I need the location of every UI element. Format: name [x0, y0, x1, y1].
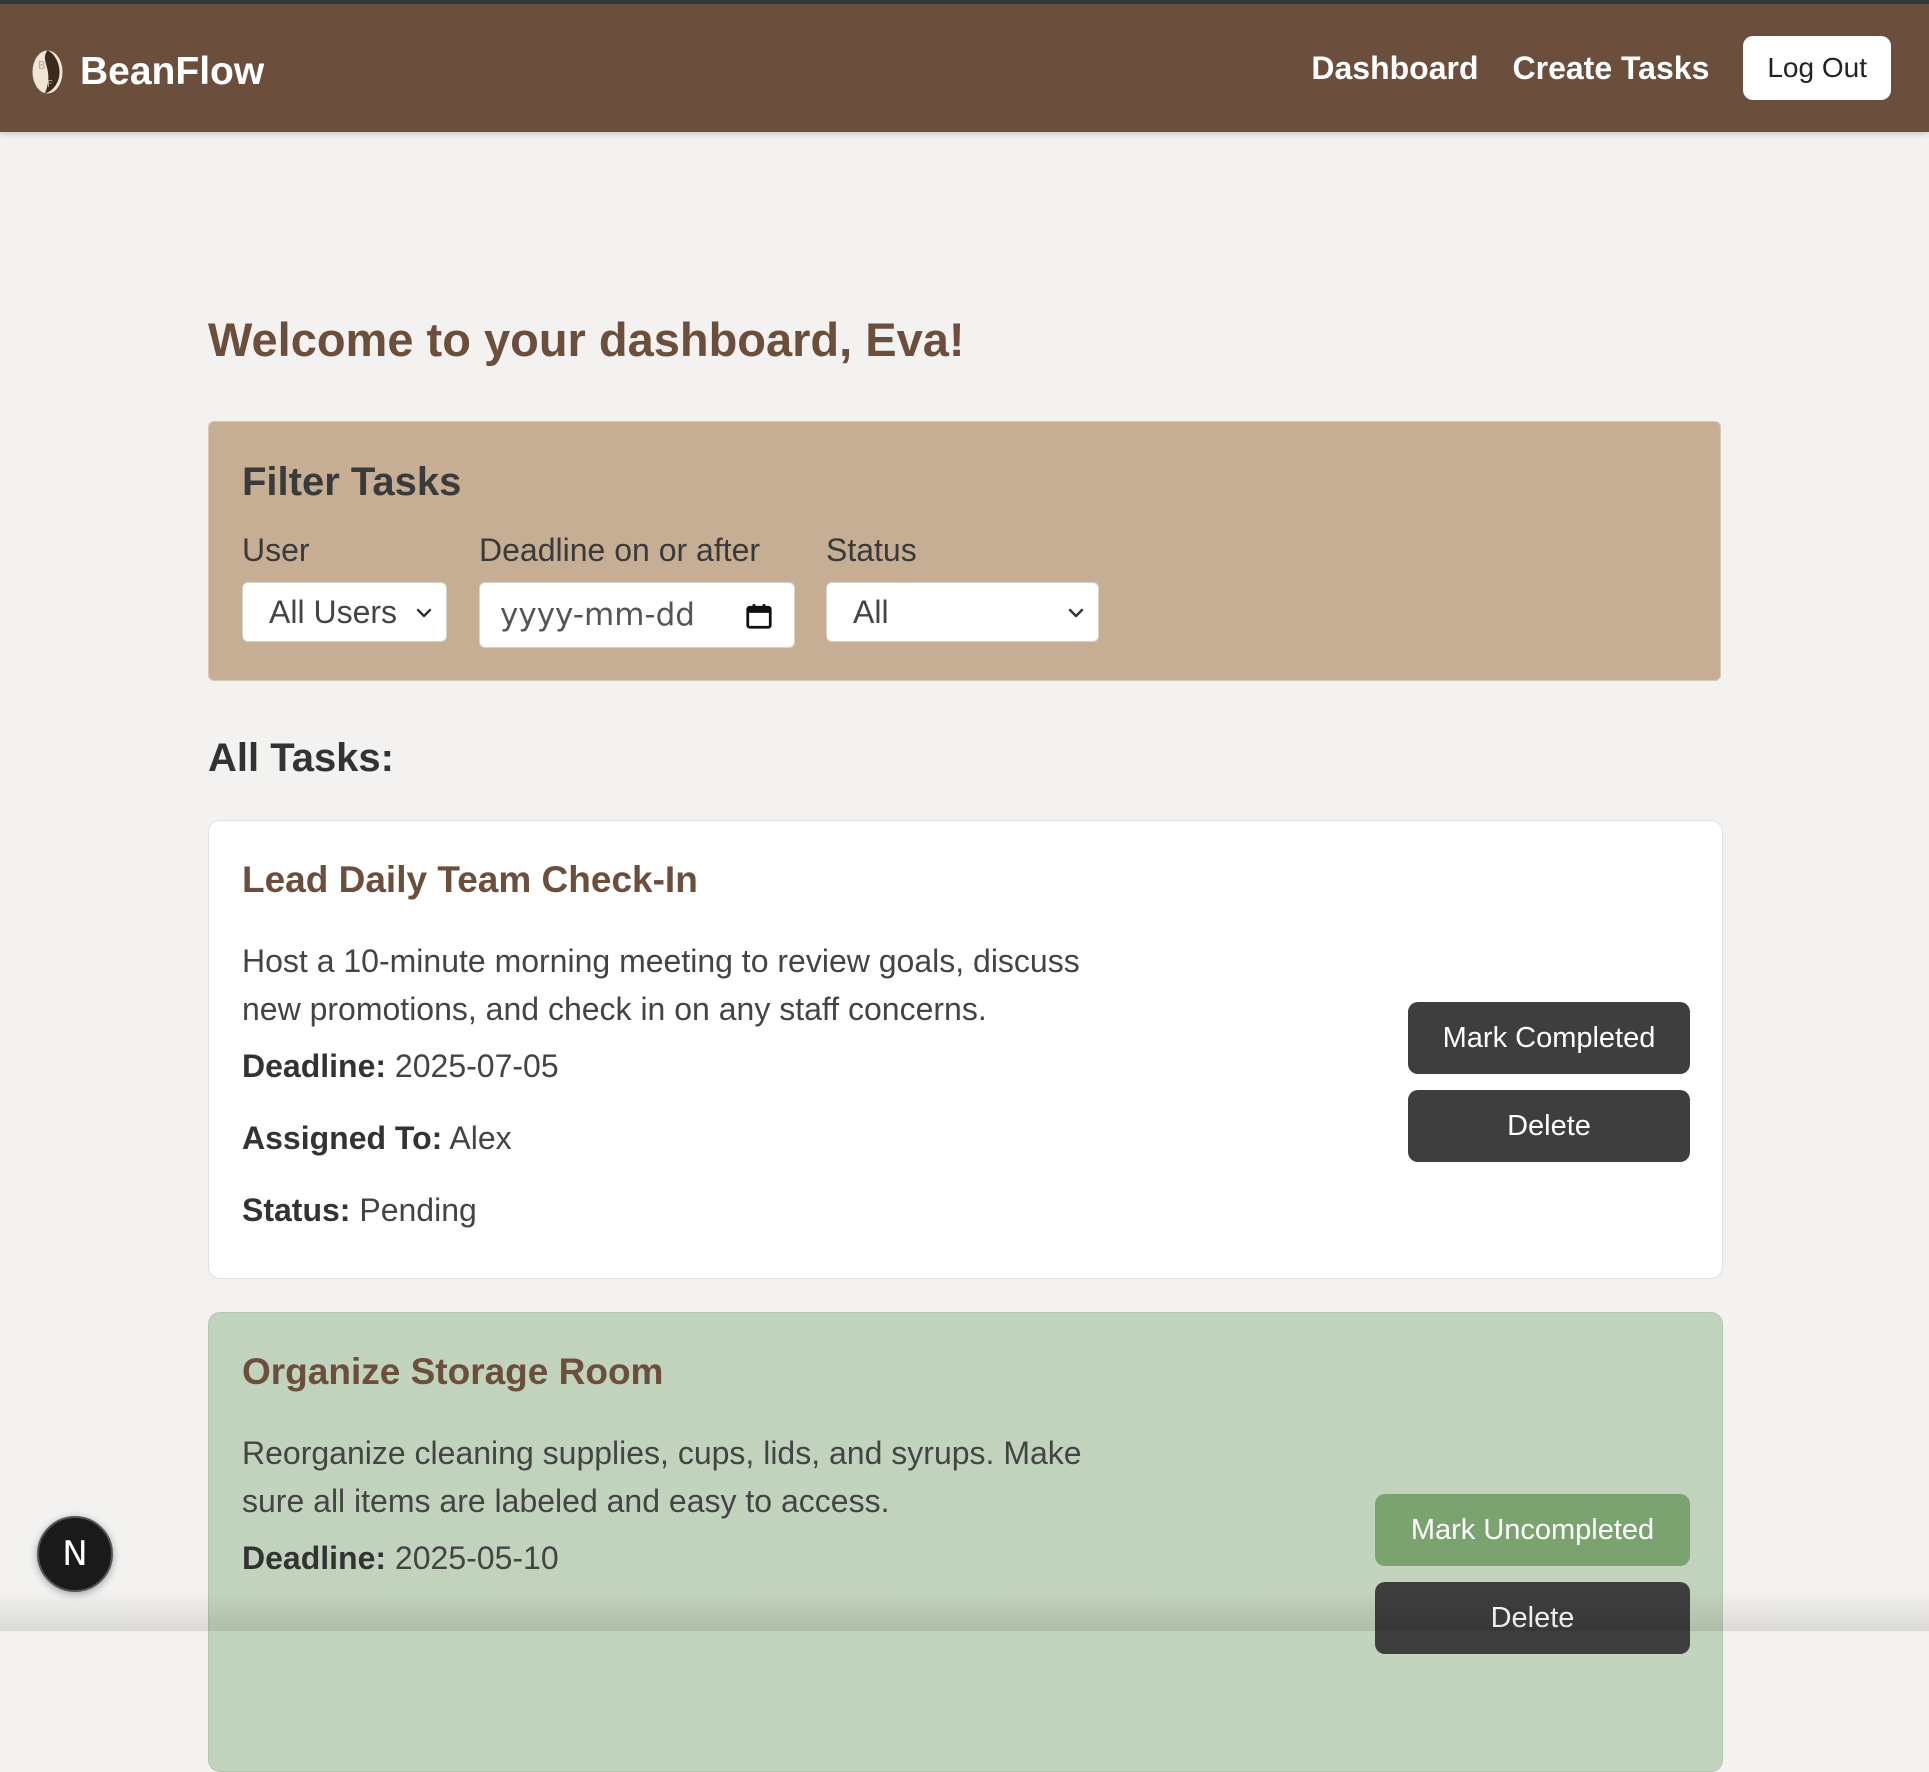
- assigned-to-label: Assigned To:: [242, 1120, 443, 1156]
- deadline-date-placeholder: yyyy-mm-dd: [500, 597, 695, 633]
- user-filter-group: User All Users: [242, 532, 447, 642]
- tasks-section-title: All Tasks:: [208, 736, 394, 780]
- status-select[interactable]: All: [826, 582, 1099, 642]
- task-title: Organize Storage Room: [242, 1351, 664, 1392]
- assigned-to-value: Alex: [449, 1120, 512, 1156]
- logout-button[interactable]: Log Out: [1743, 36, 1891, 100]
- task-deadline: Deadline: 2025-07-05: [242, 1048, 559, 1085]
- brand-name: BeanFlow: [80, 50, 265, 93]
- nav-create-tasks-link[interactable]: Create Tasks: [1513, 50, 1710, 87]
- chevron-down-icon: [1068, 608, 1084, 618]
- devtools-n-icon: N: [62, 1534, 88, 1574]
- task-status: Status: Pending: [242, 1192, 477, 1229]
- nav-dashboard-link[interactable]: Dashboard: [1311, 50, 1478, 87]
- status-filter-label: Status: [826, 532, 917, 568]
- task-description: Host a 10-minute morning meeting to revi…: [242, 943, 1080, 1027]
- deadline-filter-group: Deadline on or after yyyy-mm-dd: [479, 532, 795, 648]
- svg-text:B: B: [38, 59, 46, 72]
- nextjs-devtools-button[interactable]: N: [37, 1516, 113, 1592]
- chevron-down-icon: [416, 608, 432, 618]
- user-select-value: All Users: [269, 593, 398, 630]
- mark-completed-button[interactable]: Mark Completed: [1408, 1002, 1690, 1074]
- task-assignee: Assigned To: Alex: [242, 1120, 512, 1157]
- task-card: Organize Storage Room Reorganize cleanin…: [208, 1312, 1723, 1772]
- delete-task-button[interactable]: Delete: [1375, 1582, 1690, 1654]
- deadline-label: Deadline:: [242, 1540, 387, 1576]
- deadline-filter-label: Deadline on or after: [479, 532, 761, 568]
- nav-links: Dashboard Create Tasks Log Out: [1311, 36, 1891, 100]
- status-label: Status:: [242, 1192, 351, 1228]
- task-description: Reorganize cleaning supplies, cups, lids…: [242, 1435, 1082, 1519]
- deadline-value: 2025-05-10: [394, 1540, 559, 1576]
- svg-text:F: F: [47, 79, 53, 90]
- user-filter-label: User: [242, 532, 310, 568]
- coffee-bean-logo-icon: B F: [32, 50, 63, 94]
- calendar-icon[interactable]: [744, 601, 774, 631]
- deadline-label: Deadline:: [242, 1048, 387, 1084]
- status-select-value: All: [853, 593, 889, 630]
- brand[interactable]: B F BeanFlow: [31, 44, 264, 100]
- task-title: Lead Daily Team Check-In: [242, 859, 698, 900]
- status-value: Pending: [359, 1192, 477, 1228]
- filter-panel: Filter Tasks User All Users Deadline on …: [208, 421, 1721, 681]
- top-navbar: B F BeanFlow Dashboard Create Tasks Log …: [0, 4, 1929, 132]
- filter-title: Filter Tasks: [242, 460, 462, 504]
- task-deadline: Deadline: 2025-05-10: [242, 1540, 559, 1577]
- user-select[interactable]: All Users: [242, 582, 447, 642]
- deadline-date-input[interactable]: yyyy-mm-dd: [479, 582, 795, 648]
- delete-task-button[interactable]: Delete: [1408, 1090, 1690, 1162]
- task-card: Lead Daily Team Check-In Host a 10-minut…: [208, 820, 1723, 1279]
- deadline-value: 2025-07-05: [394, 1048, 559, 1084]
- status-filter-group: Status All: [826, 532, 1099, 642]
- page-title: Welcome to your dashboard, Eva!: [208, 313, 965, 366]
- mark-uncompleted-button[interactable]: Mark Uncompleted: [1375, 1494, 1690, 1566]
